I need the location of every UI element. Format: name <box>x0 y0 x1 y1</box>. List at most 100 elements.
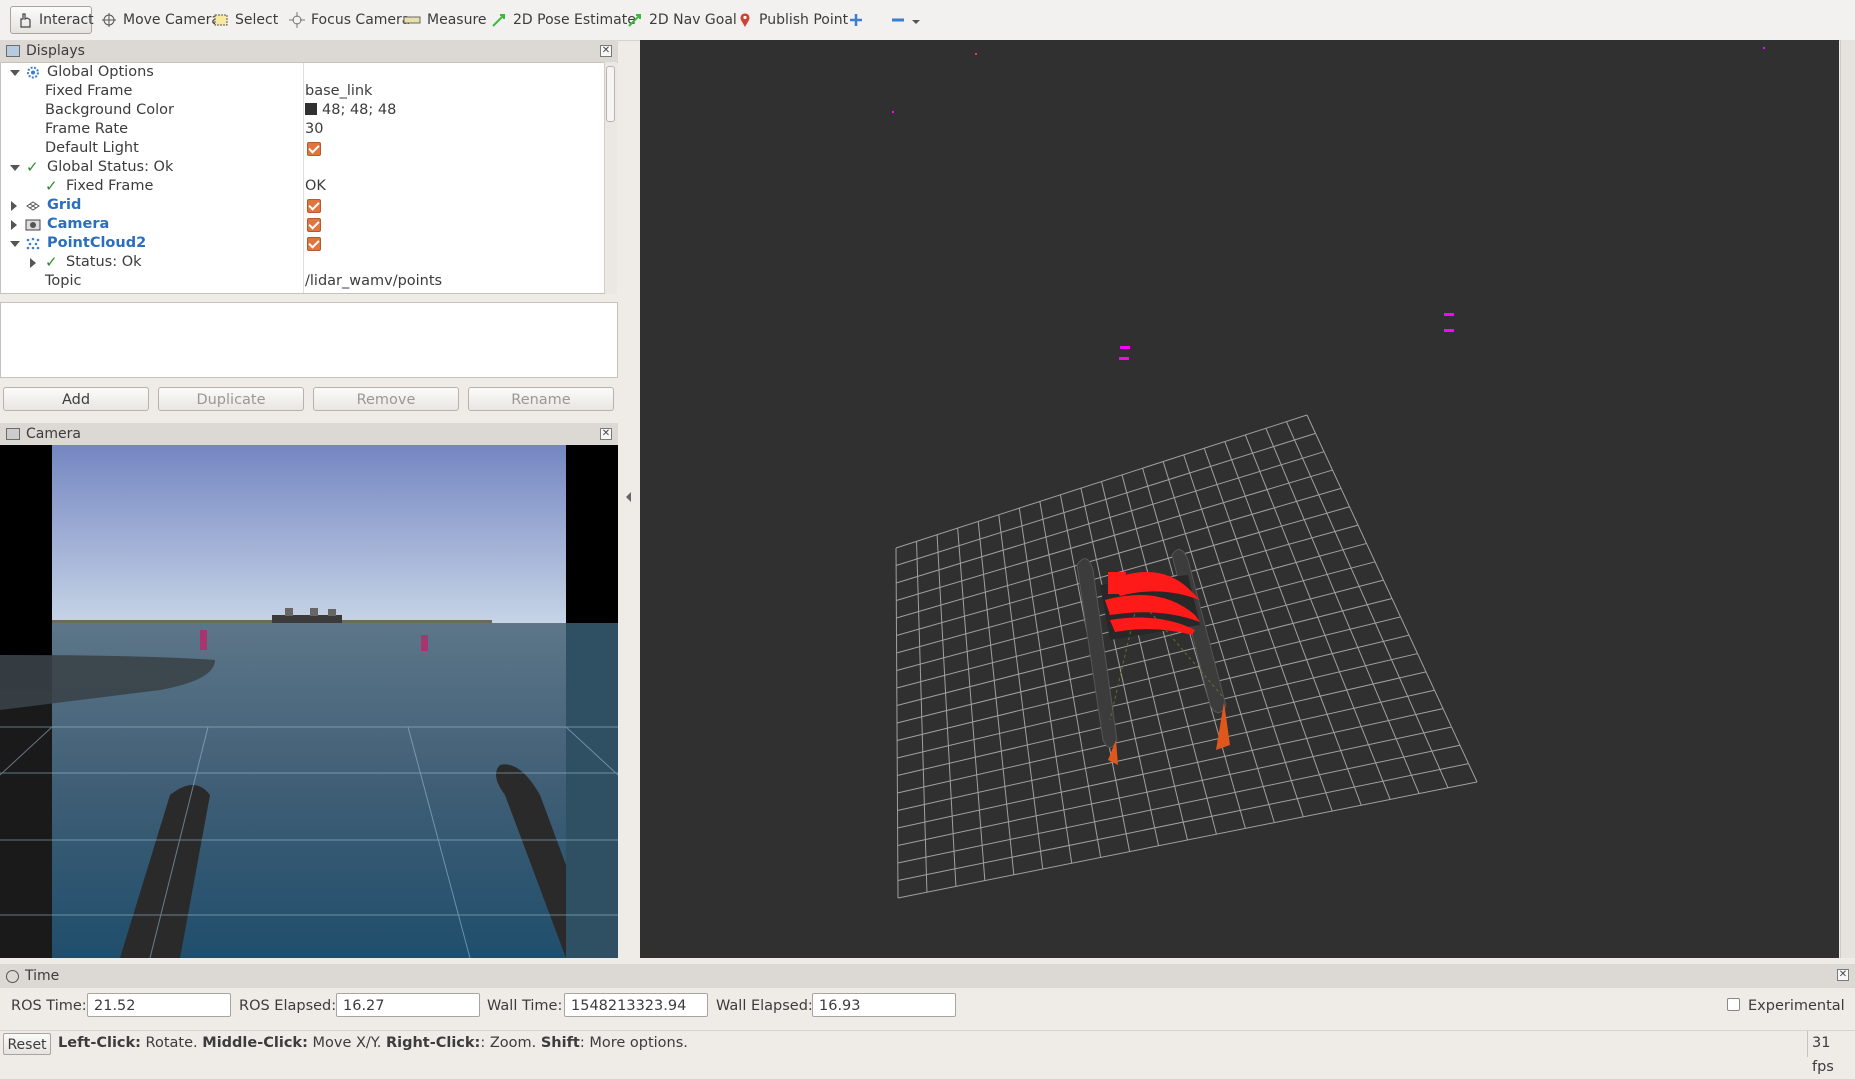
hint-left-desc: Rotate. <box>140 1035 203 1051</box>
displays-title: Displays <box>26 43 85 59</box>
expand-arrow-icon[interactable] <box>10 70 20 76</box>
hint-left-click: Left-Click: <box>58 1035 141 1051</box>
tree-row-global-options[interactable]: Global Options <box>1 63 591 82</box>
select-label: Select <box>235 12 279 28</box>
pose-arrow-icon <box>491 12 507 28</box>
focus-camera-icon <box>289 12 305 28</box>
experimental-label: Experimental <box>1748 998 1845 1014</box>
duplicate-button[interactable]: Duplicate <box>158 387 304 411</box>
render-3d-view[interactable] <box>640 40 1839 958</box>
tree-row-global-status[interactable]: ✓ Global Status: Ok <box>1 158 591 177</box>
interact-label: Interact <box>39 12 94 28</box>
hint-middle-click: Middle-Click: <box>202 1035 308 1051</box>
collapse-left-icon[interactable] <box>626 492 631 502</box>
minus-icon <box>890 12 906 28</box>
remove-tool-menu[interactable] <box>884 6 926 34</box>
grid-line <box>897 781 1478 899</box>
camera-enabled-checkbox[interactable] <box>307 218 321 232</box>
fixed-frame-status-value: OK <box>305 178 326 194</box>
topic-value[interactable]: /lidar_wamv/points <box>305 272 442 291</box>
2d-nav-goal-tool[interactable]: 2D Nav Goal <box>621 6 743 34</box>
publish-point-label: Publish Point <box>759 12 849 28</box>
camera-feed-image <box>0 445 618 958</box>
remove-button[interactable]: Remove <box>313 387 459 411</box>
color-swatch <box>305 103 317 115</box>
scene-canvas <box>892 47 1765 899</box>
2d-pose-estimate-label: 2D Pose Estimate <box>513 12 636 28</box>
pointcloud2-enabled-checkbox[interactable] <box>307 237 321 251</box>
clock-icon <box>6 969 19 983</box>
wall-time-label: Wall Time: <box>487 998 563 1014</box>
grid-line <box>1306 414 1478 783</box>
tree-label: Fixed Frame <box>66 178 154 194</box>
tree-row-pointcloud2[interactable]: PointCloud2 <box>1 234 591 253</box>
ros-elapsed-field[interactable]: 16.27 <box>336 993 480 1017</box>
measure-icon <box>403 12 421 28</box>
tree-row-camera[interactable]: Camera <box>1 215 591 234</box>
tree-row-fixed-frame-status[interactable]: ✓ Fixed Frame OK <box>1 177 591 196</box>
select-tool[interactable]: Select <box>207 6 284 34</box>
move-camera-icon <box>101 12 117 28</box>
displays-panel-header: Displays ✕ <box>0 40 618 63</box>
hand-icon <box>17 12 33 28</box>
camera-panel-icon <box>6 428 20 440</box>
column-divider <box>303 63 304 293</box>
publish-point-tool[interactable]: Publish Point <box>731 6 854 34</box>
reset-button[interactable]: Reset <box>3 1033 51 1055</box>
displays-scrollbar[interactable] <box>604 62 617 294</box>
scrollbar-thumb[interactable] <box>606 66 615 122</box>
monitor-icon <box>6 45 20 57</box>
background-color-text: 48; 48; 48 <box>322 102 397 118</box>
tree-row-grid[interactable]: Grid <box>1 196 591 215</box>
displays-tree: Global Options Fixed Frame base_link Bac… <box>0 62 608 294</box>
wall-elapsed-field[interactable]: 16.93 <box>812 993 956 1017</box>
fixed-frame-value[interactable]: base_link <box>305 82 372 101</box>
expand-arrow-icon[interactable] <box>30 258 36 268</box>
interact-tool[interactable]: Interact <box>10 6 94 34</box>
add-button[interactable]: Add <box>3 387 149 411</box>
tree-label: Background Color <box>45 102 174 118</box>
close-icon[interactable]: ✕ <box>600 45 612 57</box>
experimental-checkbox[interactable] <box>1727 998 1740 1011</box>
default-light-checkbox[interactable] <box>307 142 321 156</box>
camera-image-view[interactable] <box>0 445 618 958</box>
grid-line <box>897 744 1461 864</box>
tree-label: Default Light <box>45 140 139 156</box>
tree-row-fixed-frame[interactable]: Fixed Frame base_link <box>1 82 591 101</box>
close-icon[interactable]: ✕ <box>1837 969 1849 981</box>
ros-elapsed-label: ROS Elapsed: <box>239 998 337 1014</box>
focus-camera-label: Focus Camera <box>311 12 411 28</box>
tree-label: Grid <box>47 197 82 213</box>
hint-right-click: Right-Click: <box>385 1035 481 1051</box>
grid-enabled-checkbox[interactable] <box>307 199 321 213</box>
add-tool-button[interactable] <box>842 6 870 34</box>
hint-shift-desc: : More options. <box>579 1035 688 1051</box>
tree-label: Global Options <box>47 64 154 80</box>
expand-arrow-icon[interactable] <box>11 201 17 211</box>
tree-row-status-ok[interactable]: ✓ Status: Ok <box>1 253 591 272</box>
toolbar: Interact Move Camera Select Focus Camera… <box>0 0 1855 41</box>
tree-row-frame-rate[interactable]: Frame Rate 30 <box>1 120 591 139</box>
tree-row-background-color[interactable]: Background Color 48; 48; 48 <box>1 101 591 120</box>
frame-rate-value[interactable]: 30 <box>305 120 323 139</box>
rename-button[interactable]: Rename <box>468 387 614 411</box>
wall-time-field[interactable]: 1548213323.94 <box>564 993 708 1017</box>
measure-tool[interactable]: Measure <box>397 6 493 34</box>
select-icon <box>213 12 229 28</box>
expand-arrow-icon[interactable] <box>10 165 20 171</box>
grid-line <box>897 763 1469 881</box>
2d-pose-estimate-tool[interactable]: 2D Pose Estimate <box>485 6 642 34</box>
background-color-value[interactable]: 48; 48; 48 <box>305 101 396 120</box>
tree-row-topic[interactable]: Topic /lidar_wamv/points <box>1 272 591 291</box>
nav-goal-arrow-icon <box>627 12 643 28</box>
tree-row-default-light[interactable]: Default Light <box>1 139 591 158</box>
expand-arrow-icon[interactable] <box>10 241 20 247</box>
close-icon[interactable]: ✕ <box>600 428 612 440</box>
check-icon: ✓ <box>26 158 39 176</box>
tree-label: Topic <box>45 273 82 289</box>
grid-line <box>1265 428 1420 794</box>
ros-time-field[interactable]: 21.52 <box>87 993 231 1017</box>
check-icon: ✓ <box>45 177 58 195</box>
expand-arrow-icon[interactable] <box>11 220 17 230</box>
tree-label: Status: Ok <box>66 254 142 270</box>
